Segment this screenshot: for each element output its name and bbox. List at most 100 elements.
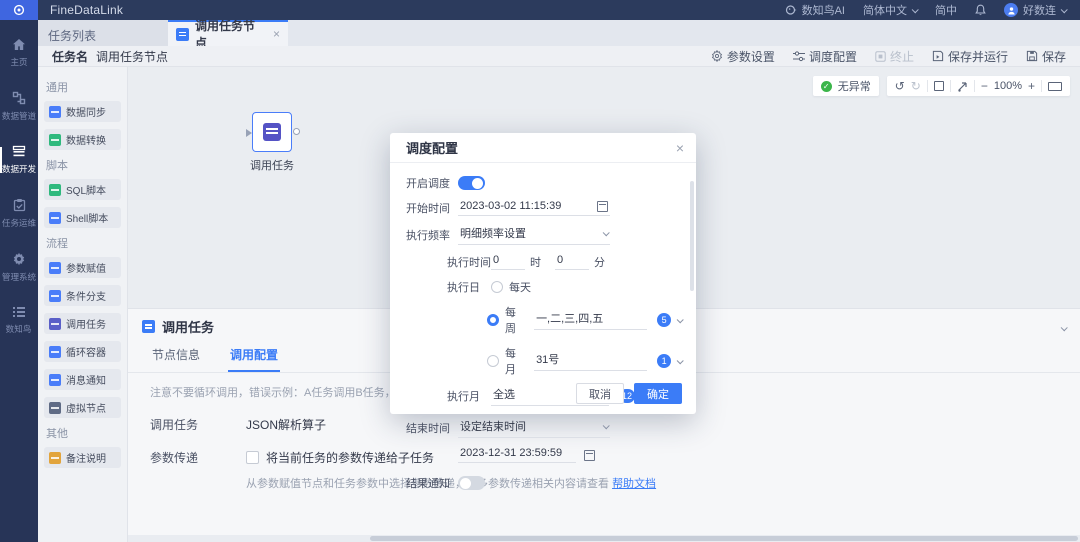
- call-task-icon: [49, 318, 61, 330]
- bell-icon: [975, 4, 986, 16]
- palette-item-call-task[interactable]: 调用任务: [44, 313, 121, 334]
- start-time-input[interactable]: 2023-03-02 11:15:39: [458, 200, 610, 216]
- call-task-field-value[interactable]: JSON解析算子: [246, 416, 326, 433]
- sql-script-icon: [49, 184, 61, 196]
- canvas-node-call-task[interactable]: [252, 112, 292, 152]
- daily-radio[interactable]: [491, 281, 503, 293]
- result-notify-toggle[interactable]: [458, 476, 485, 490]
- palette-item-virtual-node[interactable]: 虚拟节点: [44, 397, 121, 418]
- data-sync-icon: [49, 106, 61, 118]
- palette-item-param-assign[interactable]: 参数赋值: [44, 257, 121, 278]
- close-icon[interactable]: ×: [273, 27, 280, 41]
- output-port-icon[interactable]: [293, 128, 300, 135]
- sidebar-item-home[interactable]: 主页: [0, 38, 38, 68]
- minimap-button[interactable]: [1048, 82, 1062, 91]
- palette-item-data-transform[interactable]: 数据转换: [44, 129, 121, 150]
- chevron-down-icon[interactable]: [677, 357, 684, 364]
- close-icon[interactable]: ×: [676, 141, 684, 155]
- palette-section-title: 脚本: [46, 157, 121, 173]
- palette-item-remark[interactable]: 备注说明: [44, 447, 121, 468]
- auto-layout-button[interactable]: [957, 81, 968, 92]
- palette-item-shell-script[interactable]: Shell脚本: [44, 207, 121, 228]
- collapse-panel-button[interactable]: [1061, 320, 1066, 334]
- loop-container-icon: [49, 346, 61, 358]
- sidebar-item-label: 管理系统: [2, 270, 36, 282]
- sidebar-item-admin[interactable]: 管理系统: [0, 252, 38, 283]
- minute-unit: 分: [594, 254, 605, 270]
- gear-icon: [12, 252, 26, 266]
- ai-assistant-entry[interactable]: 数知鸟AI: [785, 2, 845, 18]
- horizontal-scrollbar: [128, 535, 1080, 542]
- monthly-days-select[interactable]: 31号: [534, 351, 647, 371]
- chevron-down-icon[interactable]: [677, 316, 684, 323]
- divider: [974, 80, 975, 92]
- notifications-button[interactable]: [975, 4, 986, 16]
- frequency-select[interactable]: 明细频率设置: [458, 225, 610, 245]
- minimap-icon: [1048, 82, 1062, 91]
- task-list-link[interactable]: 任务列表: [48, 27, 96, 44]
- param-pass-field-label: 参数传递: [150, 449, 246, 466]
- user-menu[interactable]: 好数连: [1004, 2, 1066, 18]
- weekly-radio[interactable]: [487, 314, 499, 326]
- enable-schedule-toggle[interactable]: [458, 176, 485, 190]
- sidebar-item-label: 任务运维: [2, 216, 36, 228]
- param-settings-button[interactable]: 参数设置: [711, 48, 775, 65]
- ai-assistant-label: 数知鸟AI: [802, 2, 845, 18]
- sidebar-item-data-dev[interactable]: 数据开发: [0, 145, 38, 175]
- button-label: 参数设置: [727, 48, 775, 65]
- end-time-label: 结束时间: [406, 420, 458, 436]
- sidebar-item-task-ops[interactable]: 任务运维: [0, 198, 38, 229]
- end-time-mode-select[interactable]: 设定结束时间: [458, 418, 610, 438]
- weekly-days-select[interactable]: 一,二,三,四,五: [534, 310, 647, 330]
- start-time-value: 2023-03-02 11:15:39: [460, 200, 561, 212]
- cancel-button[interactable]: 取消: [576, 383, 624, 404]
- save-button[interactable]: 保存: [1026, 48, 1066, 65]
- locale-tag[interactable]: 简中: [935, 2, 957, 18]
- node-palette: 通用 数据同步 数据转换 脚本 SQL脚本 Shell脚本 流程 参数赋值 条件…: [38, 67, 128, 542]
- canvas-controls: ↺ ↻ − 100% +: [887, 76, 1070, 96]
- task-name-value: 调用任务节点: [96, 48, 168, 65]
- zoom-level: 100%: [994, 80, 1022, 92]
- scrollbar-thumb[interactable]: [370, 536, 1078, 541]
- validation-status[interactable]: ✓ 无异常: [813, 76, 879, 96]
- fit-view-button[interactable]: [934, 81, 944, 91]
- zoom-out-button[interactable]: −: [981, 79, 988, 93]
- minute-input[interactable]: 0: [555, 254, 589, 270]
- app-logo[interactable]: [0, 0, 38, 20]
- sidebar-item-data-pipeline[interactable]: 数据管道: [0, 91, 38, 122]
- avatar: [1004, 3, 1018, 17]
- button-label: 终止: [890, 48, 914, 65]
- home-icon: [12, 38, 26, 51]
- palette-section-title: 通用: [46, 79, 121, 95]
- language-selector[interactable]: 简体中文: [863, 2, 917, 18]
- monthly-radio[interactable]: [487, 355, 499, 367]
- chevron-down-icon: [603, 229, 610, 236]
- sidebar-item-shuzhiniao[interactable]: 数知鸟: [0, 306, 38, 335]
- zoom-in-button[interactable]: +: [1028, 79, 1035, 93]
- end-time-input[interactable]: 2023-12-31 23:59:59: [458, 447, 576, 463]
- sliders-icon: [793, 51, 805, 62]
- palette-item-loop-container[interactable]: 循环容器: [44, 341, 121, 362]
- hour-input[interactable]: 0: [491, 254, 525, 270]
- tab-call-config[interactable]: 调用配置: [228, 342, 280, 372]
- status-label: 无异常: [838, 78, 871, 94]
- tab-node-info[interactable]: 节点信息: [150, 342, 202, 372]
- tab-call-task-node[interactable]: 调用任务节点 ×: [168, 20, 288, 46]
- fit-icon: [934, 81, 944, 91]
- modal-scrollbar-thumb[interactable]: [690, 181, 694, 291]
- user-icon: [1007, 6, 1016, 15]
- palette-item-message-notify[interactable]: 消息通知: [44, 369, 121, 390]
- schedule-config-button[interactable]: 调度配置: [793, 48, 857, 65]
- save-and-run-button[interactable]: 保存并运行: [932, 48, 1008, 65]
- daily-label: 每天: [509, 279, 531, 295]
- panel-title: 调用任务: [162, 317, 214, 336]
- input-port-icon[interactable]: [246, 129, 252, 137]
- end-time-value: 2023-12-31 23:59:59: [460, 447, 562, 459]
- palette-item-condition-branch[interactable]: 条件分支: [44, 285, 121, 306]
- confirm-button[interactable]: 确定: [634, 383, 682, 404]
- palette-item-sql-script[interactable]: SQL脚本: [44, 179, 121, 200]
- palette-item-data-sync[interactable]: 数据同步: [44, 101, 121, 122]
- undo-button[interactable]: ↺: [895, 79, 905, 93]
- param-pass-checkbox[interactable]: [246, 451, 259, 464]
- monthly-label: 每月: [505, 345, 526, 377]
